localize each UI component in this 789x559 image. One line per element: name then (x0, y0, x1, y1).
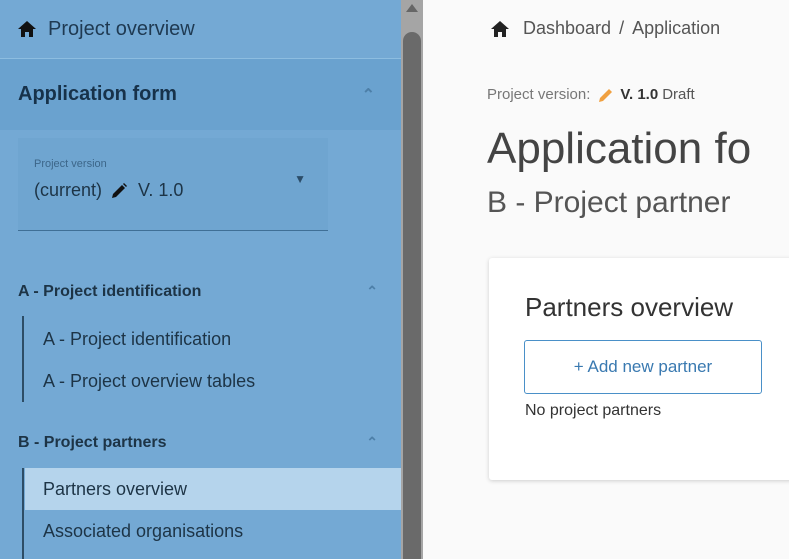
project-version-label: Project version (34, 158, 107, 170)
project-version-info-label: Project version: (487, 86, 591, 103)
nav-item-label: A - Project identification (43, 328, 232, 349)
application-form-label: Application form (18, 83, 177, 105)
project-version-info: Project version: V. 1.0 Draft (487, 86, 695, 103)
group-b-title: B - Project partners (18, 434, 167, 451)
pencil-icon (598, 87, 614, 103)
breadcrumb-current: Application (632, 18, 721, 38)
application-form-section[interactable]: Application form ⌃ (0, 58, 401, 130)
project-overview-link[interactable]: Project overview (0, 0, 401, 58)
scroll-up-arrow-icon[interactable] (406, 4, 418, 12)
nav-item-label: Partners overview (43, 478, 188, 499)
caret-down-icon: ▼ (294, 172, 306, 186)
sidebar: Project overview Application form ⌃ Proj… (0, 0, 401, 559)
nav-item-label: Associated organisations (43, 520, 244, 541)
group-b-header[interactable]: B - Project partners ⌃ (18, 434, 378, 452)
chevron-up-icon[interactable]: ⌃ (366, 283, 378, 301)
group-a-title: A - Project identification (18, 283, 202, 300)
group-a-line (22, 316, 24, 402)
project-version-status: Draft (662, 86, 695, 103)
scrollbar-thumb[interactable] (403, 32, 421, 559)
partners-overview-card: Partners overview + Add new partner No p… (489, 258, 789, 480)
group-b-line (22, 468, 24, 559)
home-icon[interactable] (491, 20, 509, 37)
empty-state-text: No project partners (525, 402, 662, 419)
page-title: Application fo (487, 124, 752, 173)
chevron-up-icon[interactable]: ⌃ (362, 85, 375, 105)
nav-item-label: A - Project overview tables (43, 370, 256, 391)
main-content: Dashboard / Application Project version:… (423, 0, 789, 559)
breadcrumb: Dashboard / Application (491, 18, 720, 39)
breadcrumb-dashboard[interactable]: Dashboard (523, 18, 611, 39)
home-icon (18, 21, 36, 37)
nav-item-project-overview-tables[interactable]: A - Project overview tables (25, 360, 401, 402)
nav-item-partners-overview[interactable]: Partners overview (25, 468, 401, 510)
breadcrumb-separator: / (619, 18, 625, 38)
project-version-number: V. 1.0 (138, 180, 184, 200)
chevron-up-icon[interactable]: ⌃ (366, 434, 378, 452)
add-new-partner-button[interactable]: + Add new partner (524, 340, 762, 394)
group-a-header[interactable]: A - Project identification ⌃ (18, 283, 378, 301)
project-version-select[interactable]: Project version (current) V. 1.0 ▼ (18, 138, 328, 231)
project-overview-label: Project overview (48, 17, 195, 40)
project-version-info-value: V. 1.0 (620, 86, 659, 103)
page-subtitle: B - Project partner (487, 186, 731, 219)
card-title: Partners overview (525, 292, 734, 322)
pencil-icon (110, 182, 128, 200)
nav-item-associated-organisations[interactable]: Associated organisations (25, 510, 401, 552)
nav-item-project-identification[interactable]: A - Project identification (25, 318, 401, 360)
project-version-current: (current) (34, 180, 103, 200)
